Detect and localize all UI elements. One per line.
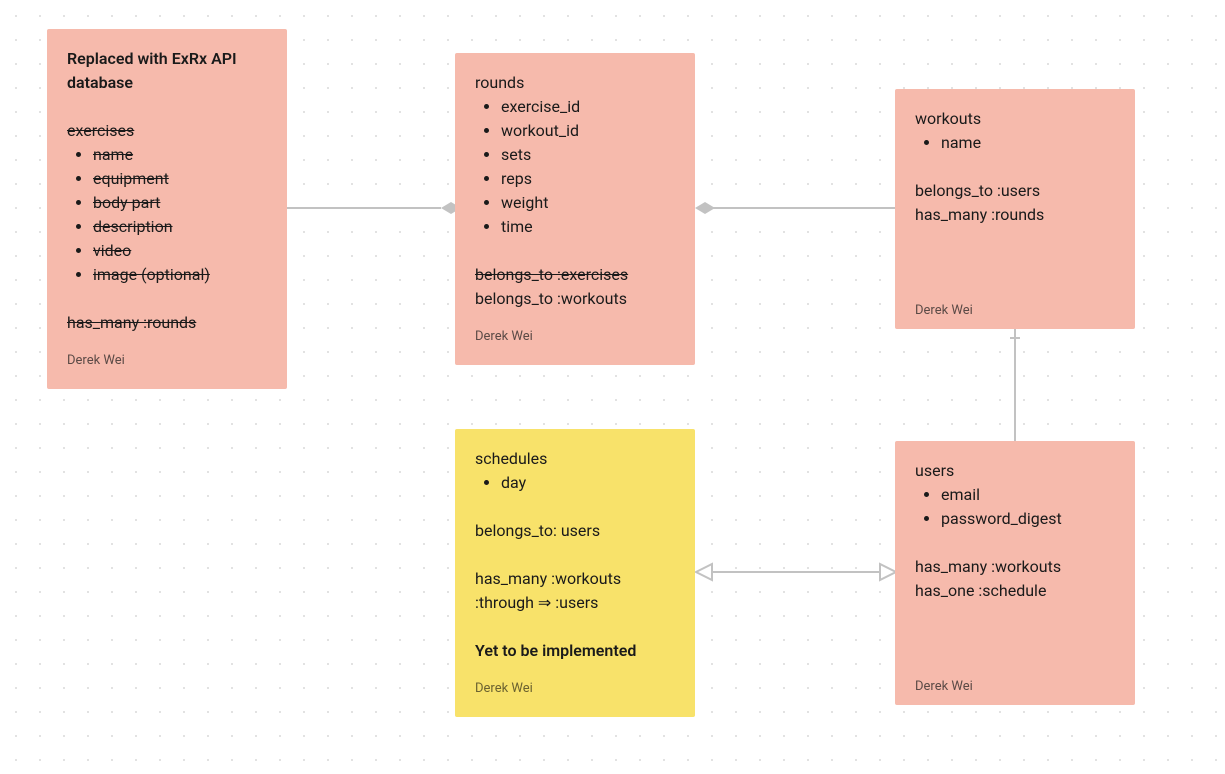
card-users[interactable]: users email password_digest has_many :wo… xyxy=(895,441,1135,705)
field-item: video xyxy=(93,241,131,260)
card-author: Derek Wei xyxy=(475,677,675,701)
field-list: email password_digest xyxy=(923,483,1115,531)
field-item: email xyxy=(941,483,1115,507)
field-item: description xyxy=(93,217,173,236)
relation: has_many :rounds xyxy=(67,313,196,332)
relation: belongs_to :exercises xyxy=(475,265,628,284)
model-name: users xyxy=(915,459,1115,483)
field-item: name xyxy=(93,145,133,164)
model-name: exercises xyxy=(67,121,134,140)
field-item: reps xyxy=(501,167,675,191)
relation: has_many :workouts xyxy=(475,567,675,591)
card-author: Derek Wei xyxy=(915,675,1115,699)
relation: has_many :workouts xyxy=(915,555,1115,579)
field-item: day xyxy=(501,471,675,495)
field-item: name xyxy=(941,131,1115,155)
card-rounds[interactable]: rounds exercise_id workout_id sets reps … xyxy=(455,53,695,365)
card-note: Yet to be implemented xyxy=(475,639,675,663)
model-name: schedules xyxy=(475,447,675,471)
field-item: image (optional) xyxy=(93,265,210,284)
diagram-canvas[interactable]: Replaced with ExRx API database exercise… xyxy=(0,0,1225,774)
field-item: body part xyxy=(93,193,160,212)
field-item: time xyxy=(501,215,675,239)
relation: belongs_to: users xyxy=(475,519,675,543)
model-name: workouts xyxy=(915,107,1115,131)
card-title: Replaced with ExRx API database xyxy=(67,47,267,95)
relation: has_many :rounds xyxy=(915,203,1115,227)
field-item: equipment xyxy=(93,169,169,188)
field-item: weight xyxy=(501,191,675,215)
relation: belongs_to :workouts xyxy=(475,287,675,311)
field-list: name xyxy=(923,131,1115,155)
relation: belongs_to :users xyxy=(915,179,1115,203)
relation: has_one :schedule xyxy=(915,579,1115,603)
card-schedules[interactable]: schedules day belongs_to: users has_many… xyxy=(455,429,695,717)
field-item: workout_id xyxy=(501,119,675,143)
field-item: exercise_id xyxy=(501,95,675,119)
card-author: Derek Wei xyxy=(475,325,675,349)
field-list: name equipment body part description vid… xyxy=(75,143,267,287)
field-list: exercise_id workout_id sets reps weight … xyxy=(483,95,675,239)
field-item: sets xyxy=(501,143,675,167)
relation: :through ⇒ :users xyxy=(475,591,675,615)
card-author: Derek Wei xyxy=(67,349,267,373)
card-exercises[interactable]: Replaced with ExRx API database exercise… xyxy=(47,29,287,389)
card-workouts[interactable]: workouts name belongs_to :users has_many… xyxy=(895,89,1135,329)
field-item: password_digest xyxy=(941,507,1115,531)
model-name: rounds xyxy=(475,71,675,95)
field-list: day xyxy=(483,471,675,495)
card-author: Derek Wei xyxy=(915,299,1115,323)
